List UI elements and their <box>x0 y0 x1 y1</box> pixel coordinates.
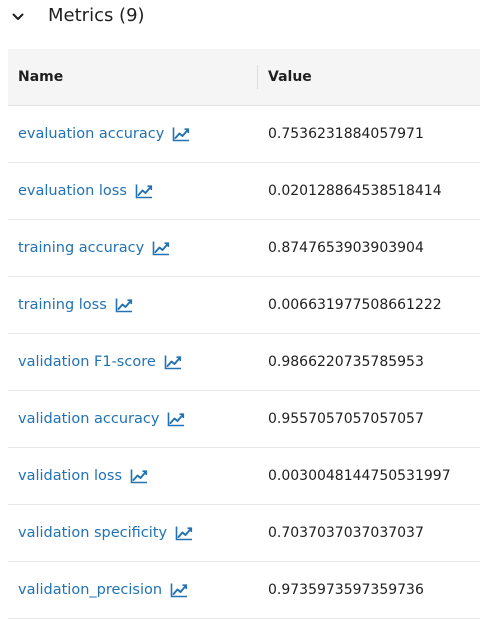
metric-name-link[interactable]: evaluation loss <box>18 183 127 199</box>
table-row: evaluation accuracy 0.7536231884057971 <box>8 106 480 163</box>
metric-name-cell: validation loss <box>18 448 148 504</box>
metric-value: 0.7536231884057971 <box>268 126 424 142</box>
metric-value: 0.020128864538518414 <box>268 183 442 199</box>
metric-name-cell: validation specificity <box>18 505 193 561</box>
table-row: training loss 0.006631977508661222 <box>8 277 480 334</box>
metric-value: 0.8747653903903904 <box>268 240 424 256</box>
metric-name-cell: validation F1-score <box>18 334 182 390</box>
line-chart-icon[interactable] <box>135 183 153 199</box>
metric-value: 0.006631977508661222 <box>268 297 442 313</box>
chevron-down-icon[interactable] <box>10 9 26 25</box>
metric-name-cell: validation accuracy <box>18 391 185 447</box>
table-row: validation specificity 0.7037037037037037 <box>8 505 480 562</box>
table-body: evaluation accuracy 0.7536231884057971 eva… <box>8 106 480 619</box>
metric-name-cell: training accuracy <box>18 220 170 276</box>
metric-name-link[interactable]: training loss <box>18 297 107 313</box>
metric-name-link[interactable]: evaluation accuracy <box>18 126 164 142</box>
metric-name-link[interactable]: validation specificity <box>18 525 167 541</box>
metrics-table: Name Value evaluation accuracy 0.75362318… <box>8 49 480 619</box>
column-header-name[interactable]: Name <box>18 49 63 105</box>
line-chart-icon[interactable] <box>172 126 190 142</box>
table-header: Name Value <box>8 49 480 106</box>
table-row: validation loss 0.0030048144750531997 <box>8 448 480 505</box>
line-chart-icon[interactable] <box>152 240 170 256</box>
table-row: training accuracy 0.8747653903903904 <box>8 220 480 277</box>
column-divider[interactable] <box>257 65 258 89</box>
metric-name-link[interactable]: validation loss <box>18 468 122 484</box>
metric-name-link[interactable]: training accuracy <box>18 240 144 256</box>
line-chart-icon[interactable] <box>115 297 133 313</box>
metric-value: 0.9557057057057057 <box>268 411 424 427</box>
column-header-value[interactable]: Value <box>268 49 312 105</box>
line-chart-icon[interactable] <box>170 582 188 598</box>
metric-name-link[interactable]: validation F1-score <box>18 354 156 370</box>
table-row: validation accuracy 0.9557057057057057 <box>8 391 480 448</box>
table-row: evaluation loss 0.020128864538518414 <box>8 163 480 220</box>
line-chart-icon[interactable] <box>164 354 182 370</box>
table-row: validation_precision 0.9735973597359736 <box>8 562 480 619</box>
metric-value: 0.7037037037037037 <box>268 525 424 541</box>
metric-value: 0.9735973597359736 <box>268 582 424 598</box>
metric-name-link[interactable]: validation_precision <box>18 582 162 598</box>
metrics-section-header[interactable]: Metrics (9) <box>0 0 481 36</box>
metric-name-cell: evaluation accuracy <box>18 106 190 162</box>
metric-name-cell: evaluation loss <box>18 163 153 219</box>
metric-value: 0.9866220735785953 <box>268 354 424 370</box>
line-chart-icon[interactable] <box>175 525 193 541</box>
line-chart-icon[interactable] <box>167 411 185 427</box>
metric-name-cell: validation_precision <box>18 562 188 618</box>
metric-name-link[interactable]: validation accuracy <box>18 411 159 427</box>
metric-name-cell: training loss <box>18 277 133 333</box>
section-title: Metrics (9) <box>48 5 145 26</box>
table-row: validation F1-score 0.9866220735785953 <box>8 334 480 391</box>
line-chart-icon[interactable] <box>130 468 148 484</box>
metric-value: 0.0030048144750531997 <box>268 468 451 484</box>
